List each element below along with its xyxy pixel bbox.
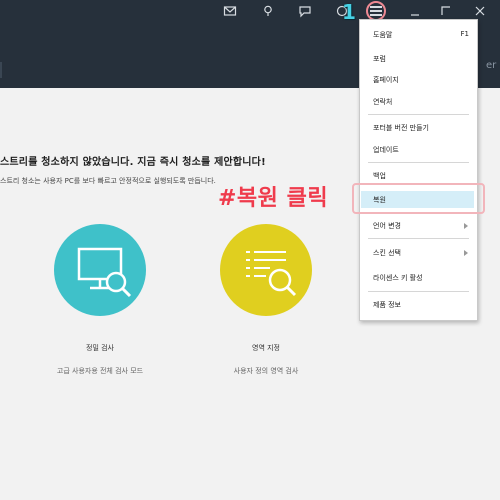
menu-item-skin[interactable]: 스킨 선택: [373, 248, 401, 258]
submenu-arrow-icon: [464, 250, 468, 256]
menu-divider: [368, 114, 469, 115]
header-cut-text: er: [486, 60, 497, 71]
menu-item-forum[interactable]: 포럼: [373, 54, 386, 64]
menu-item-portable-version[interactable]: 포터블 버전 만들기: [373, 123, 429, 133]
menu-divider: [368, 291, 469, 292]
main-menu-dropdown: 도움말 F1 포럼 홈페이지 연락처 포터블 버전 만들기 업데이트 백업 복원…: [359, 19, 478, 321]
menu-item-help-shortcut: F1: [460, 30, 469, 38]
subheadline: 스트리 청소는 사용자 PC를 보다 빠르고 안정적으로 실행되도록 만듭니다.: [0, 177, 216, 185]
menu-item-homepage[interactable]: 홈페이지: [373, 75, 399, 85]
menu-item-backup[interactable]: 백업: [373, 171, 386, 181]
area-scan-desc: 사용자 정의 영역 검사: [233, 367, 299, 375]
header-divider: [0, 62, 2, 78]
menu-item-about[interactable]: 제품 정보: [373, 300, 401, 310]
mail-icon[interactable]: [222, 4, 238, 20]
area-scan-button[interactable]: [220, 224, 312, 316]
menu-divider: [368, 162, 469, 163]
area-scan-title: 영역 지정: [252, 344, 280, 352]
submenu-arrow-icon: [464, 223, 468, 229]
menu-item-language[interactable]: 언어 변경: [373, 221, 401, 231]
monitor-search-icon: [77, 247, 132, 298]
menu-item-help[interactable]: 도움말: [373, 30, 392, 40]
deep-scan-desc: 고급 사용자용 전체 검사 모드: [56, 367, 144, 375]
menu-item-contact[interactable]: 연락처: [373, 97, 392, 107]
restore-highlight-box: [352, 183, 485, 214]
headline: 스트리를 청소하지 않았습니다. 지금 즉시 청소를 제안합니다!: [0, 157, 266, 168]
menu-item-update[interactable]: 업데이트: [373, 145, 399, 155]
close-icon[interactable]: [472, 4, 488, 20]
menu-item-license[interactable]: 라이센스 키 활성: [373, 273, 423, 283]
deep-scan-button[interactable]: [54, 224, 146, 316]
step-number-label: 1: [342, 0, 356, 24]
chat-icon[interactable]: [297, 4, 313, 20]
menu-divider: [368, 238, 469, 239]
annotation-label: #복원 클릭: [218, 186, 329, 211]
maximize-icon[interactable]: [438, 4, 454, 20]
deep-scan-title: 정밀 검사: [86, 344, 114, 352]
bulb-icon[interactable]: [260, 4, 276, 20]
menu-icon[interactable]: [370, 6, 382, 16]
list-search-icon: [246, 251, 297, 297]
minimize-icon[interactable]: [407, 4, 423, 20]
